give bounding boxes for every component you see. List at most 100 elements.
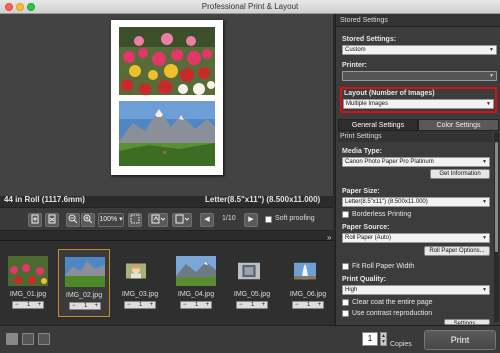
thumbnail-count: 1 bbox=[27, 302, 31, 308]
window-title: Professional Print & Layout bbox=[201, 2, 299, 11]
thumbnail-count: 1 bbox=[84, 303, 88, 309]
delete-page-icon[interactable] bbox=[45, 213, 59, 227]
tab-general-settings[interactable]: General Settings bbox=[338, 119, 418, 131]
layout-value: Multiple Images bbox=[346, 101, 389, 107]
plus-icon[interactable]: + bbox=[149, 302, 153, 308]
thumbnail-name: IMG_02.jpg bbox=[65, 292, 103, 299]
roll-paper-options-button[interactable]: Roll Paper Options... bbox=[424, 246, 490, 256]
clear-coat-checkbox[interactable] bbox=[342, 299, 349, 306]
thumbnail-copies-stepper[interactable]: − 1 + bbox=[292, 301, 324, 309]
settings-scrollbar[interactable] bbox=[494, 132, 499, 322]
soft-proofing-checkbox[interactable] bbox=[265, 216, 272, 223]
printer-select[interactable]: ▼ bbox=[342, 71, 497, 81]
tab-color-settings[interactable]: Color Settings bbox=[418, 119, 499, 131]
chevron-down-icon: ▼ bbox=[482, 199, 487, 205]
minus-icon[interactable]: − bbox=[72, 303, 76, 309]
stored-settings-label: Stored Settings: bbox=[342, 36, 397, 43]
thumbnail-image bbox=[65, 257, 105, 287]
thumbnail-copies-stepper[interactable]: − 1 + bbox=[236, 301, 268, 309]
copies-input[interactable]: 1 bbox=[362, 332, 378, 346]
layout-label: Layout (Number of Images) bbox=[344, 90, 435, 97]
settings-panel: Stored Settings Stored Settings: Custom … bbox=[335, 14, 500, 325]
preview-photo-flowers[interactable] bbox=[119, 27, 215, 95]
thumbnail-item[interactable]: IMG_01.jpg − 1 + bbox=[2, 249, 54, 317]
thumbnail-item[interactable]: IMG_03.jpg − 1 + bbox=[114, 249, 166, 317]
add-page-icon[interactable] bbox=[28, 213, 42, 227]
thumbnail-image bbox=[238, 262, 260, 280]
paper-size-value: Letter(8.5"x11") (8.500x11.000) bbox=[345, 199, 428, 205]
media-type-select[interactable]: Canon Photo Paper Pro Platinum ▼ bbox=[342, 157, 490, 167]
soft-proofing-label: Soft proofing bbox=[275, 215, 315, 222]
split-view-icon[interactable] bbox=[22, 333, 34, 345]
paper-source-select[interactable]: Roll Paper (Auto) ▼ bbox=[342, 233, 490, 243]
settings-tabs: General Settings Color Settings bbox=[338, 119, 499, 131]
plus-icon[interactable]: + bbox=[94, 303, 98, 309]
thumbnail-item-selected[interactable]: IMG_02.jpg − 1 + bbox=[58, 249, 110, 317]
minus-icon[interactable]: − bbox=[127, 302, 131, 308]
stored-settings-header: Stored Settings bbox=[336, 14, 500, 27]
print-button[interactable]: Print bbox=[424, 330, 496, 350]
thumbnail-count: 1 bbox=[251, 302, 255, 308]
thumbnail-item[interactable]: IMG_04.jpg − 1 + bbox=[170, 249, 222, 317]
preview-page bbox=[111, 20, 223, 175]
print-quality-select[interactable]: High ▼ bbox=[342, 285, 490, 295]
roll-size-label: 44 in Roll (1117.6mm) bbox=[4, 195, 85, 204]
minus-icon[interactable]: − bbox=[15, 302, 19, 308]
zoom-value: 100% bbox=[99, 216, 118, 223]
layout-options-icon[interactable] bbox=[148, 213, 168, 227]
contrast-reproduction-checkbox[interactable] bbox=[342, 310, 349, 317]
media-type-label: Media Type: bbox=[342, 148, 382, 155]
media-type-value: Canon Photo Paper Pro Platinum bbox=[345, 159, 434, 165]
multi-view-icon[interactable] bbox=[38, 333, 50, 345]
minus-icon[interactable]: − bbox=[183, 302, 187, 308]
preview-photo-mountains[interactable] bbox=[119, 101, 215, 166]
thumbnail-name: IMG_06.jpg bbox=[289, 291, 327, 298]
paper-source-value: Roll Paper (Auto) bbox=[345, 235, 392, 241]
chevron-down-icon: ▼ bbox=[482, 235, 487, 241]
get-information-button[interactable]: Get Information bbox=[430, 169, 490, 179]
plus-icon[interactable]: + bbox=[37, 302, 41, 308]
page-setup-icon[interactable] bbox=[172, 213, 192, 227]
chevron-down-icon: ▼ bbox=[482, 287, 487, 293]
scrollbar-thumb[interactable] bbox=[495, 142, 498, 252]
print-quality-value: High bbox=[345, 287, 358, 293]
fit-roll-paper-width-checkbox[interactable] bbox=[342, 263, 349, 270]
thumbnail-copies-stepper[interactable]: − 1 + bbox=[69, 302, 101, 310]
plus-icon[interactable]: + bbox=[317, 302, 321, 308]
chevron-down-icon: ▼ bbox=[489, 73, 494, 79]
thumbnail-image bbox=[294, 262, 316, 280]
thumbnail-item[interactable]: IMG_06.jpg − 1 + bbox=[282, 249, 334, 317]
layout-select[interactable]: Multiple Images ▼ bbox=[343, 99, 494, 109]
thumbnail-image bbox=[8, 256, 48, 286]
zoom-select[interactable]: 100% ▾ bbox=[98, 213, 124, 227]
minus-icon[interactable]: − bbox=[295, 302, 299, 308]
settings-button[interactable]: Settings... bbox=[444, 319, 490, 325]
chevron-down-icon: ▼ bbox=[489, 47, 494, 53]
plus-icon[interactable]: + bbox=[205, 302, 209, 308]
clear-coat-label: Clear coat the entire page bbox=[352, 299, 433, 306]
plus-icon[interactable]: + bbox=[261, 302, 265, 308]
zoom-in-icon[interactable] bbox=[81, 213, 95, 227]
minus-icon[interactable]: − bbox=[239, 302, 243, 308]
zoom-out-icon[interactable] bbox=[66, 213, 80, 227]
print-quality-label: Print Quality: bbox=[342, 276, 386, 283]
copies-stepper[interactable]: ▲ ▼ bbox=[380, 332, 387, 346]
single-view-icon[interactable] bbox=[6, 333, 18, 345]
thumbnail-copies-stepper[interactable]: − 1 + bbox=[180, 301, 212, 309]
thumbnail-copies-stepper[interactable]: − 1 + bbox=[124, 301, 156, 309]
stored-settings-select[interactable]: Custom ▼ bbox=[342, 45, 497, 55]
thumbnail-name: IMG_05.jpg bbox=[233, 291, 271, 298]
previous-page-icon[interactable]: ◀ bbox=[200, 213, 214, 227]
thumbnail-image bbox=[176, 256, 216, 286]
paper-size-readout: Letter(8.5"x11") (8.500x11.000) bbox=[205, 195, 321, 204]
thumbnail-name: IMG_01.jpg bbox=[9, 291, 47, 298]
paper-size-select[interactable]: Letter(8.5"x11") (8.500x11.000) ▼ bbox=[342, 197, 490, 207]
chevron-down-icon: ▼ bbox=[486, 101, 491, 107]
print-settings-header: Print Settings bbox=[338, 131, 492, 142]
thumbnail-copies-stepper[interactable]: − 1 + bbox=[12, 301, 44, 309]
thumbnail-name: IMG_04.jpg bbox=[177, 291, 215, 298]
next-page-icon[interactable]: ▶ bbox=[244, 213, 258, 227]
thumbnail-item[interactable]: IMG_05.jpg − 1 + bbox=[226, 249, 278, 317]
fit-page-icon[interactable] bbox=[128, 213, 142, 227]
borderless-printing-checkbox[interactable] bbox=[342, 211, 349, 218]
